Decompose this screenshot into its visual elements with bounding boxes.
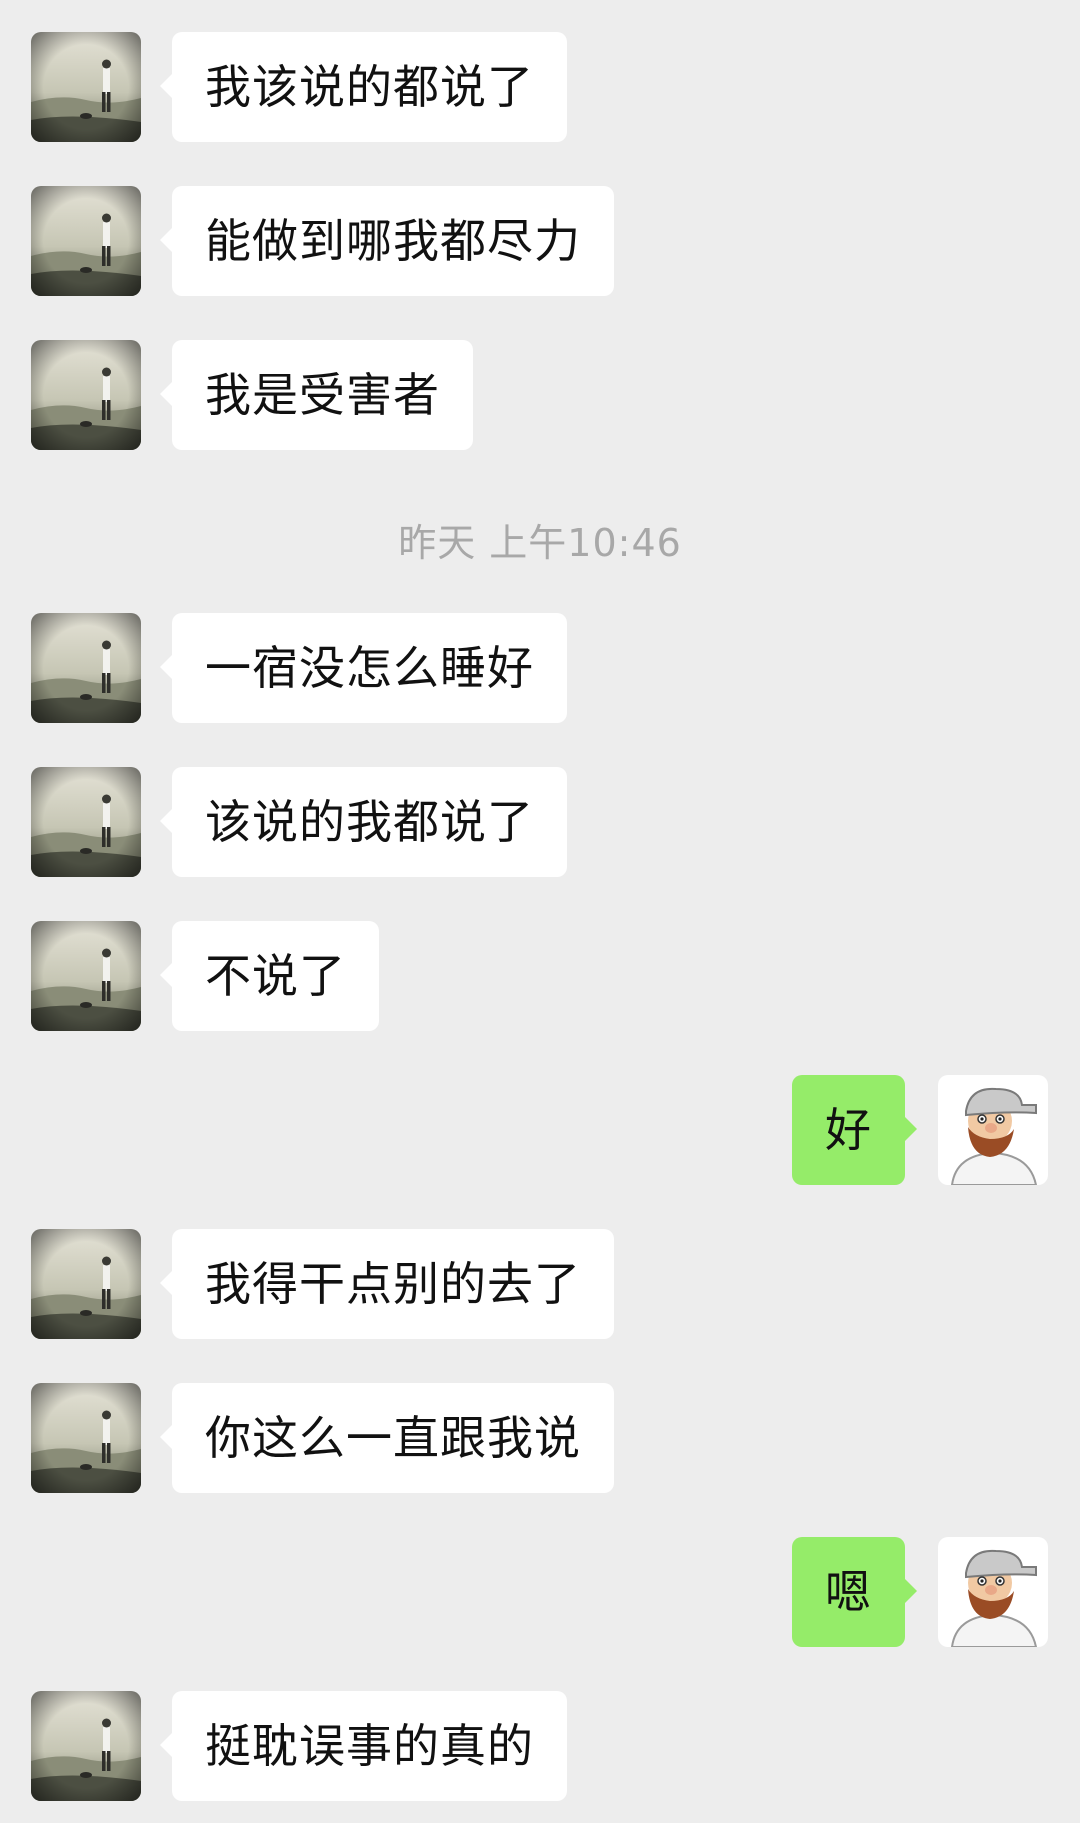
message-bubble[interactable]: 一宿没怎么睡好	[160, 613, 567, 723]
contact-avatar-image	[31, 921, 141, 1031]
contact-avatar[interactable]	[31, 1383, 141, 1493]
message-bubble[interactable]: 不说了	[160, 921, 379, 1031]
contact-avatar[interactable]	[31, 1691, 141, 1801]
message-bubble[interactable]: 我该说的都说了	[160, 32, 567, 142]
message-row-sent: 好	[0, 1075, 1080, 1185]
message-row-received: 我得干点别的去了	[0, 1229, 1080, 1339]
message-bubble[interactable]: 能做到哪我都尽力	[160, 186, 614, 296]
contact-avatar[interactable]	[31, 32, 141, 142]
message-bubble[interactable]: 好	[792, 1075, 917, 1185]
contact-avatar[interactable]	[31, 186, 141, 296]
contact-avatar-image	[31, 1691, 141, 1801]
message-bubble[interactable]: 嗯	[792, 1537, 917, 1647]
contact-avatar[interactable]	[31, 767, 141, 877]
contact-avatar-image	[31, 32, 141, 142]
contact-avatar-image	[31, 340, 141, 450]
message-bubble[interactable]: 我得干点别的去了	[160, 1229, 614, 1339]
message-row-received: 一宿没怎么睡好	[0, 613, 1080, 723]
user-avatar-image	[938, 1075, 1048, 1185]
user-avatar[interactable]	[938, 1075, 1048, 1185]
contact-avatar-image	[31, 1383, 141, 1493]
contact-avatar-image	[31, 767, 141, 877]
contact-avatar[interactable]	[31, 1229, 141, 1339]
message-row-received: 不说了	[0, 921, 1080, 1031]
contact-avatar-image	[31, 613, 141, 723]
chat-view: 我该说的都说了 能做到哪我都尽力 我是受害者 昨天 上午10:46 一宿没怎么睡…	[0, 0, 1080, 1823]
message-row-received: 我该说的都说了	[0, 32, 1080, 142]
message-bubble[interactable]: 我是受害者	[160, 340, 473, 450]
message-row-received: 能做到哪我都尽力	[0, 186, 1080, 296]
contact-avatar-image	[31, 1229, 141, 1339]
message-row-received: 我是受害者	[0, 340, 1080, 450]
message-bubble[interactable]: 你这么一直跟我说	[160, 1383, 614, 1493]
message-row-received: 挺耽误事的真的	[0, 1691, 1080, 1801]
contact-avatar[interactable]	[31, 340, 141, 450]
contact-avatar-image	[31, 186, 141, 296]
contact-avatar[interactable]	[31, 921, 141, 1031]
message-row-sent: 嗯	[0, 1537, 1080, 1647]
message-row-received: 你这么一直跟我说	[0, 1383, 1080, 1493]
timestamp-divider: 昨天 上午10:46	[398, 521, 682, 565]
message-row-received: 该说的我都说了	[0, 767, 1080, 877]
user-avatar-image	[938, 1537, 1048, 1647]
message-bubble[interactable]: 挺耽误事的真的	[160, 1691, 567, 1801]
user-avatar[interactable]	[938, 1537, 1048, 1647]
contact-avatar[interactable]	[31, 613, 141, 723]
message-bubble[interactable]: 该说的我都说了	[160, 767, 567, 877]
